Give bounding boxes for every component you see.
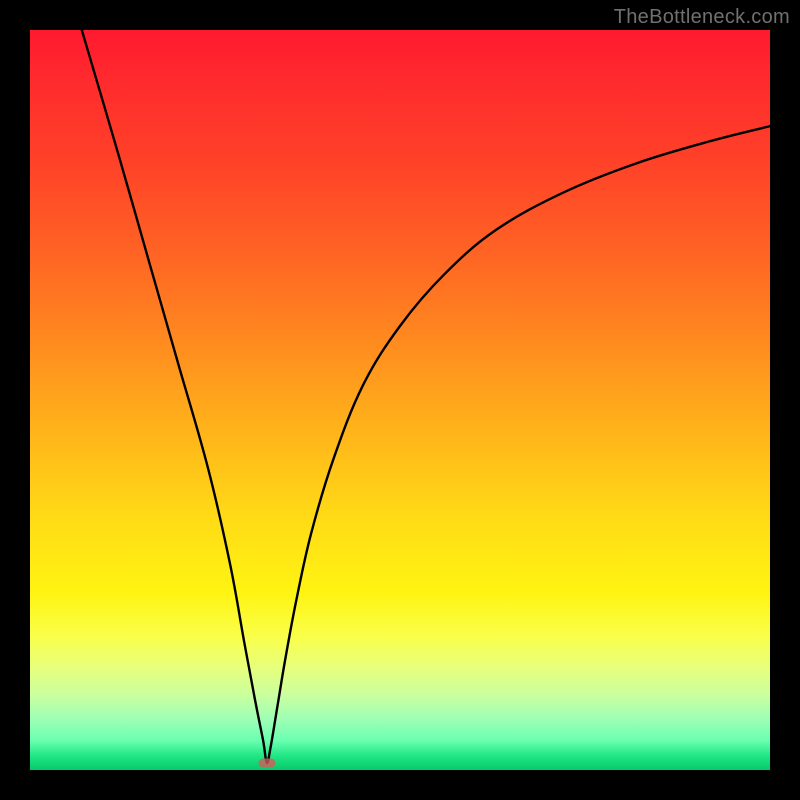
attribution-label: TheBottleneck.com <box>614 6 790 29</box>
chart-frame: TheBottleneck.com <box>0 0 800 800</box>
minimum-marker <box>258 758 275 767</box>
plot-area <box>30 30 770 770</box>
bottleneck-curve <box>30 30 770 770</box>
